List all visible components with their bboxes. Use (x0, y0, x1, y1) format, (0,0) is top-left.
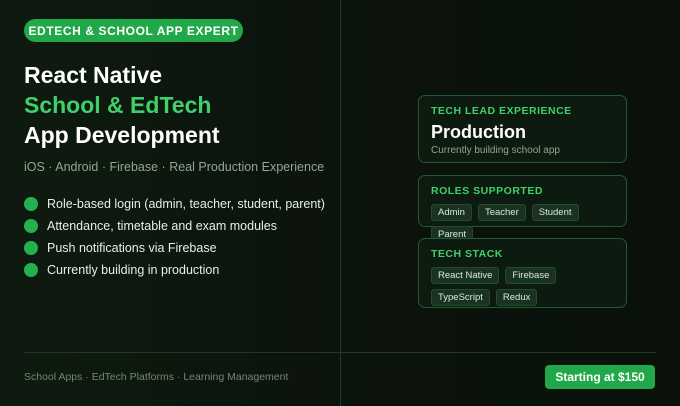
pricing-button[interactable]: Starting at $150 (545, 365, 655, 389)
divider-vertical (340, 0, 341, 406)
feature-text: Role-based login (admin, teacher, studen… (47, 197, 325, 211)
feature-item: Currently building in production (24, 259, 325, 281)
expert-badge: EDTECH & SCHOOL APP EXPERT (24, 19, 243, 42)
tech-stack-card: TECH STACK React Native Firebase TypeScr… (418, 238, 627, 308)
roles-card: ROLES SUPPORTED Admin Teacher Student Pa… (418, 175, 627, 243)
stack-tags: React Native Firebase TypeScript Redux (431, 267, 614, 306)
headline-line-1: React Native (24, 62, 163, 88)
divider-horizontal (24, 352, 656, 353)
card-subtext: Currently building school app (431, 145, 560, 156)
headline-line-3: App Development (24, 122, 220, 148)
role-tag: Admin (431, 204, 472, 221)
feature-item: Attendance, timetable and exam modules (24, 215, 325, 237)
card-label: TECH STACK (431, 248, 503, 260)
feature-item: Push notifications via Firebase (24, 237, 325, 259)
feature-text: Attendance, timetable and exam modules (47, 219, 277, 233)
feature-item: Role-based login (admin, teacher, studen… (24, 193, 325, 215)
feature-text: Currently building in production (47, 263, 220, 277)
bullet-dot-icon (24, 197, 38, 211)
tech-lead-card: TECH LEAD EXPERIENCE Production Currentl… (418, 95, 627, 163)
bullet-dot-icon (24, 263, 38, 277)
banner: EDTECH & SCHOOL APP EXPERT React Native … (0, 0, 680, 406)
stack-tag: Redux (495, 289, 538, 306)
footer-categories: School Apps · EdTech Platforms · Learnin… (24, 371, 289, 383)
role-tag: Teacher (477, 204, 526, 221)
card-label: ROLES SUPPORTED (431, 185, 543, 197)
stack-tag: TypeScript (431, 289, 490, 306)
headline: React Native School & EdTech App Develop… (24, 60, 220, 150)
card-label: TECH LEAD EXPERIENCE (431, 105, 572, 117)
feature-text: Push notifications via Firebase (47, 241, 217, 255)
card-value: Production (431, 122, 526, 142)
role-tag: Student (531, 204, 579, 221)
feature-list: Role-based login (admin, teacher, studen… (24, 193, 325, 281)
stack-tag: React Native (431, 267, 500, 284)
bullet-dot-icon (24, 219, 38, 233)
bullet-dot-icon (24, 241, 38, 255)
platform-subtitle: iOS · Android · Firebase · Real Producti… (24, 160, 325, 174)
headline-line-2: School & EdTech (24, 92, 212, 118)
stack-tag: Firebase (505, 267, 557, 284)
